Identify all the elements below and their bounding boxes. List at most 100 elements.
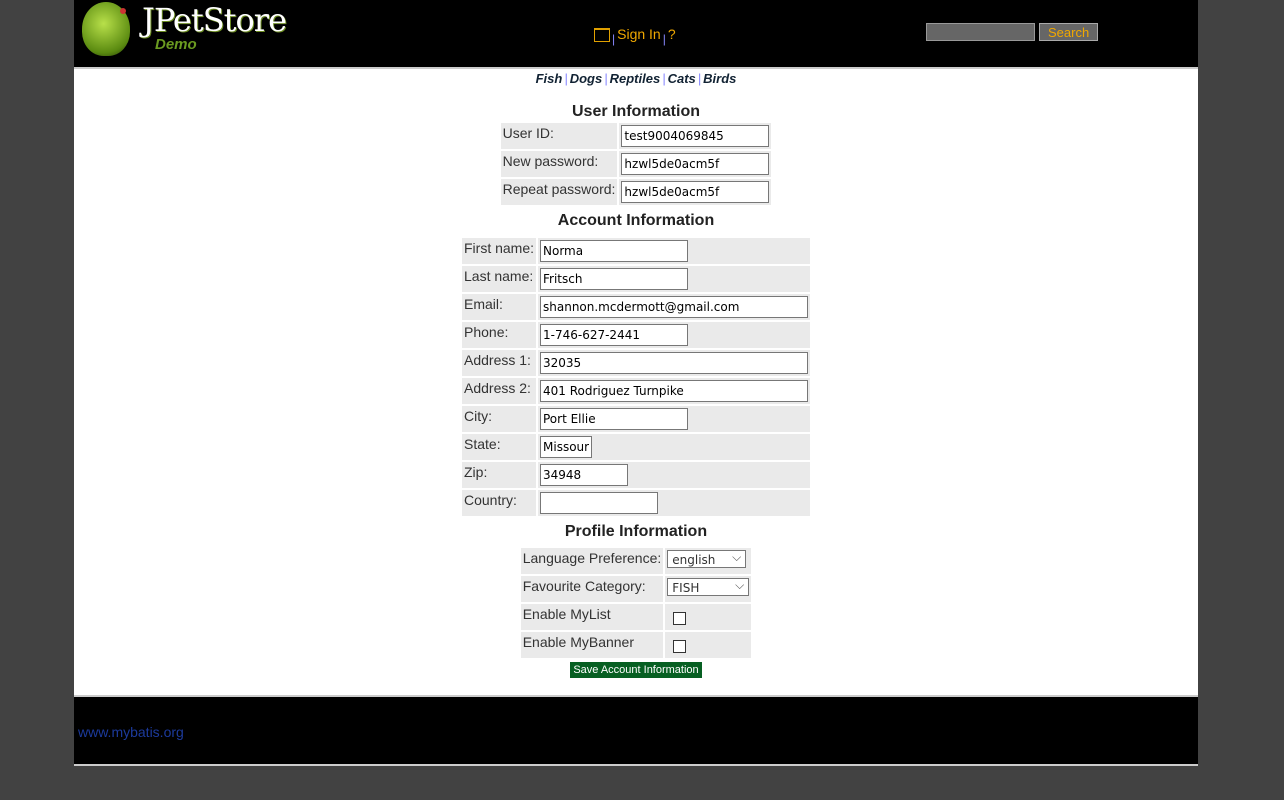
cart-icon[interactable] xyxy=(594,28,610,42)
field-cell xyxy=(538,322,810,348)
search-input[interactable] xyxy=(926,23,1035,41)
quicklink-cats[interactable]: Cats xyxy=(668,71,696,86)
table-row: City: xyxy=(462,406,810,432)
separator: | xyxy=(662,71,666,86)
field-cell xyxy=(538,350,810,376)
country-input[interactable] xyxy=(540,492,658,514)
footer: www.mybatis.org xyxy=(74,697,1198,766)
field-cell xyxy=(538,462,810,488)
separator: | xyxy=(662,32,666,46)
field-label: Country: xyxy=(462,490,536,516)
mybatis-link[interactable]: www.mybatis.org xyxy=(78,724,184,740)
logo-subtitle: Demo xyxy=(155,36,197,53)
separator: | xyxy=(564,71,568,86)
field-cell xyxy=(538,490,810,516)
phone-input[interactable] xyxy=(540,324,688,346)
field-label: City: xyxy=(462,406,536,432)
user-id-input[interactable] xyxy=(621,125,770,147)
profile-info-table: Language Preference:english Favourite Ca… xyxy=(519,546,754,660)
field-cell xyxy=(538,266,810,292)
table-row: Enable MyBanner xyxy=(520,632,752,658)
user-info-table: User ID: New password: Repeat password: xyxy=(499,121,774,207)
profile-info-heading: Profile Information xyxy=(564,523,708,540)
address2-input[interactable] xyxy=(540,380,808,402)
table-row: Country: xyxy=(462,490,810,516)
table-row: Enable MyList xyxy=(520,604,752,630)
table-row: User ID: xyxy=(500,123,772,149)
field-label: Language Preference: xyxy=(520,548,664,574)
enable-mylist-checkbox[interactable] xyxy=(673,612,687,625)
table-row: Phone: xyxy=(462,322,810,348)
field-label: Enable MyList xyxy=(520,604,664,630)
field-cell xyxy=(538,406,810,432)
save-account-button[interactable]: Save Account Information xyxy=(570,662,702,678)
repeat-password-input[interactable] xyxy=(621,181,770,203)
field-label: Phone: xyxy=(462,322,536,348)
table-row: Address 1: xyxy=(462,350,810,376)
field-label: First name: xyxy=(462,238,536,264)
table-row: Repeat password: xyxy=(500,179,772,205)
table-row: First name: xyxy=(462,238,810,264)
user-info-heading: User Information xyxy=(571,103,700,120)
enable-mybanner-checkbox[interactable] xyxy=(673,640,687,653)
search-button[interactable]: Search xyxy=(1039,23,1099,41)
field-cell xyxy=(665,604,752,630)
quicklink-birds[interactable]: Birds xyxy=(703,71,736,86)
field-label: Address 1: xyxy=(462,350,536,376)
top-menu: | Sign In |? xyxy=(594,25,676,46)
table-row: Email: xyxy=(462,294,810,320)
quicklink-dogs[interactable]: Dogs xyxy=(570,71,603,86)
field-label: Favourite Category: xyxy=(520,576,664,602)
field-label: Repeat password: xyxy=(500,179,618,205)
separator: | xyxy=(612,32,616,46)
field-cell xyxy=(538,378,810,404)
quick-links: Fish | Dogs | Reptiles | Cats | Birds xyxy=(74,69,1198,86)
field-label: Last name: xyxy=(462,266,536,292)
table-row: Zip: xyxy=(462,462,810,488)
city-input[interactable] xyxy=(540,408,688,430)
page: JPetStore Demo | Sign In |? Search Fish | Dog… xyxy=(74,0,1198,766)
search-form: Search xyxy=(926,23,1099,41)
table-row: Favourite Category: FISH xyxy=(520,576,752,602)
field-cell xyxy=(619,151,772,177)
address1-input[interactable] xyxy=(540,352,808,374)
logo[interactable]: JPetStore Demo xyxy=(82,1,287,56)
field-cell xyxy=(538,434,810,460)
content: Fish | Dogs | Reptiles | Cats | Birds User Infor… xyxy=(74,69,1198,697)
field-cell xyxy=(538,238,810,264)
help-link[interactable]: ? xyxy=(668,26,676,42)
last-name-input[interactable] xyxy=(540,268,688,290)
field-label: Enable MyBanner xyxy=(520,632,664,658)
field-cell xyxy=(619,123,772,149)
language-select[interactable]: english xyxy=(667,548,747,568)
table-row: State: xyxy=(462,434,810,460)
account-info-heading: Account Information xyxy=(557,212,715,229)
field-label: State: xyxy=(462,434,536,460)
field-label: Address 2: xyxy=(462,378,536,404)
first-name-input[interactable] xyxy=(540,240,688,262)
header: JPetStore Demo | Sign In |? Search xyxy=(74,0,1198,69)
logo-title-text: JPetStore xyxy=(142,1,287,39)
field-label: User ID: xyxy=(500,123,618,149)
field-cell xyxy=(665,632,752,658)
table-row: Address 2: xyxy=(462,378,810,404)
field-cell xyxy=(619,179,772,205)
quicklink-reptiles[interactable]: Reptiles xyxy=(610,71,661,86)
sign-in-link[interactable]: Sign In xyxy=(617,26,661,42)
field-cell: FISH xyxy=(665,576,752,602)
quicklink-fish[interactable]: Fish xyxy=(536,71,563,86)
field-cell xyxy=(538,294,810,320)
email-input[interactable] xyxy=(540,296,808,318)
parrot-logo-icon xyxy=(82,2,130,56)
separator: | xyxy=(604,71,608,86)
table-row: Last name: xyxy=(462,266,810,292)
logo-title: JPetStore Demo xyxy=(142,1,287,53)
zip-input[interactable] xyxy=(540,464,628,486)
field-label: Email: xyxy=(462,294,536,320)
category-select[interactable]: FISH xyxy=(667,576,750,596)
new-password-input[interactable] xyxy=(621,153,770,175)
field-cell: english xyxy=(665,548,752,574)
state-input[interactable] xyxy=(540,436,592,458)
field-label: New password: xyxy=(500,151,618,177)
account-info-table: First name: Last name: Email: Phone: Add… xyxy=(460,236,812,518)
